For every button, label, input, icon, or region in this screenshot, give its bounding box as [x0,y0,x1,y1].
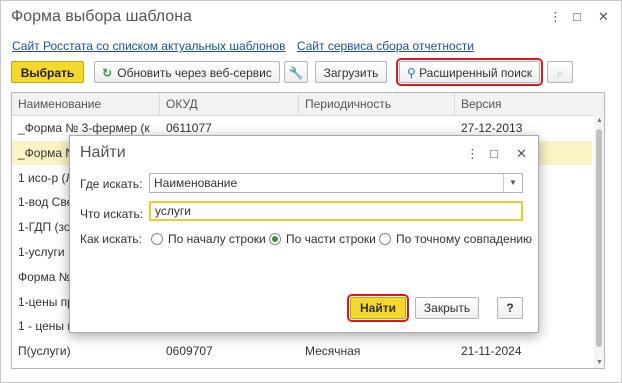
settings-wrench-button[interactable]: 🔧 [284,61,308,83]
where-select[interactable]: Наименование ▼ [149,173,523,193]
dialog-maximize-icon[interactable]: □ [490,146,498,161]
radio-part-of-line[interactable]: По части строки [269,232,376,246]
where-label: Где искать: [80,177,143,191]
radio-label: По части строки [286,232,376,246]
table-cell-version: 21-11-2024 [461,344,522,359]
scroll-up-icon[interactable]: ▲ [596,117,603,124]
dialog-close-icon[interactable]: ✕ [516,146,527,162]
service-link[interactable]: Сайт сервиса сбора отчетности [297,39,474,53]
search-cancel-icon: ⌕ [556,66,564,80]
find-button[interactable]: Найти [347,294,409,322]
radio-circle [379,233,391,245]
dialog-more-icon[interactable]: ⋮ [466,146,479,162]
links-bar: Сайт Росстата со списком актуальных шабл… [12,39,482,53]
advanced-search-button[interactable]: ⚲ Расширенный поиск [396,58,543,86]
more-menu-icon[interactable]: ⋮ [549,9,562,25]
where-value: Наименование [154,176,238,190]
scroll-down-icon[interactable]: ▼ [596,359,603,366]
vertical-scrollbar[interactable]: ▲ ▼ [594,115,604,368]
column-header-name[interactable]: Наименование [12,93,160,115]
refresh-button[interactable]: ↻ Обновить через веб-сервис [94,61,280,83]
table-cell-name: П(услуги) [18,344,71,359]
chevron-down-icon[interactable]: ▼ [503,174,522,192]
maximize-icon[interactable]: □ [573,9,581,24]
table-header: Наименование ОКУД Периодичность Версия [12,93,604,116]
wrench-icon: 🔧 [288,66,304,80]
table-cell-okud: 0609707 [166,344,213,359]
load-button[interactable]: Загрузить [315,61,387,83]
dialog-title: Найти [80,144,126,161]
column-header-okud[interactable]: ОКУД [160,93,299,115]
radio-start-of-line[interactable]: По началу строки [151,232,266,246]
refresh-label: Обновить через веб-сервис [117,66,272,80]
what-label: Что искать: [80,207,144,221]
scroll-thumb[interactable] [596,129,602,347]
column-header-period[interactable]: Периодичность [299,93,455,115]
close-button[interactable]: Закрыть [415,297,479,319]
advanced-search-label: Расширенный поиск [419,66,533,80]
help-button[interactable]: ? [497,297,523,319]
rosstat-link[interactable]: Сайт Росстата со списком актуальных шабл… [12,39,285,53]
search-icon: ⚲ [406,66,420,80]
radio-circle [151,233,163,245]
radio-circle-selected [269,233,281,245]
radio-label: По началу строки [168,232,266,246]
find-dialog: Найти ⋮ □ ✕ Где искать: Наименование ▼ Ч… [69,135,539,333]
table-cell-period: Месячная [305,344,361,359]
cancel-search-button[interactable]: ⌕ [547,61,573,83]
close-icon[interactable]: ✕ [598,9,609,25]
how-label: Как искать: [80,232,142,246]
what-input[interactable]: услуги [149,201,523,221]
window-title: Форма выбора шаблона [11,8,192,25]
radio-label: По точному совпадению [396,232,533,246]
column-header-version[interactable]: Версия [455,93,592,115]
radio-exact-match[interactable]: По точному совпадению [379,232,532,246]
refresh-icon: ↻ [102,66,113,80]
select-button[interactable]: Выбрать [11,61,84,83]
table-row[interactable]: П(услуги) 0609707 Месячная 21-11-2024 [12,339,592,363]
